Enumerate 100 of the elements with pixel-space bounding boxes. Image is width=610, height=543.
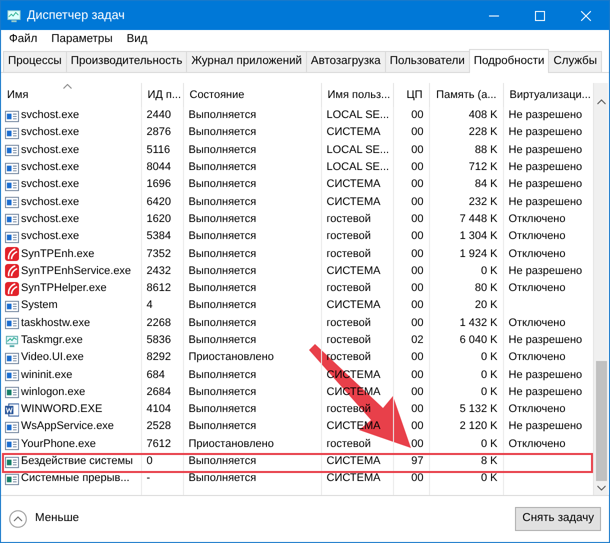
table-cell: LOCAL SE... — [326, 109, 390, 122]
tab[interactable]: Журнал приложений — [186, 51, 307, 72]
table-cell: 00 — [411, 264, 424, 277]
table-cell: Выполняется — [188, 368, 256, 381]
table-cell: 0 K — [480, 368, 498, 381]
table-cell: LOCAL SE... — [326, 144, 390, 156]
table-cell: Не разрешено — [508, 144, 582, 156]
table-cell: 00 — [411, 144, 424, 156]
table-cell: 2440 — [146, 109, 171, 122]
menu-item[interactable]: Файл — [7, 30, 40, 48]
table-cell: Не разрешено — [508, 196, 582, 208]
table-cell: Выполняется — [188, 109, 256, 122]
table-cell: 00 — [411, 438, 424, 450]
table-cell: Выполняется — [188, 248, 256, 260]
tab[interactable]: Службы — [548, 51, 602, 72]
table-cell: гостевой — [326, 230, 371, 242]
menu-item[interactable]: Вид — [124, 30, 150, 48]
table-cell: 5116 — [146, 144, 170, 156]
table-cell: 7 448 K — [460, 212, 498, 225]
table-cell: 00 — [411, 351, 424, 364]
table-cell-text: Системные прерыв... — [21, 471, 130, 486]
table-cell: гостевой — [326, 248, 371, 260]
table-cell: Не разрешено — [508, 178, 582, 190]
touchpad-icon — [5, 264, 19, 278]
table-cell: Не разрешено — [508, 109, 582, 122]
table-cell: 20 K — [474, 299, 498, 312]
table-cell: Отключено — [508, 316, 566, 329]
table-cell-text: SynTPEnh.exe — [21, 246, 94, 262]
table-cell: 00 — [411, 386, 424, 398]
table-cell: 0 K — [480, 386, 498, 398]
column-header[interactable]: Состояние — [183, 83, 321, 107]
table-cell: СИСТЕМА — [326, 196, 380, 208]
table-cell: Отключено — [508, 230, 566, 242]
table-cell: 0 K — [480, 472, 498, 484]
table-cell: Выполняется — [188, 196, 256, 208]
window-icon — [5, 160, 19, 175]
table-cell: Не разрешено — [508, 264, 582, 277]
table-cell-text: winlogon.exe — [21, 384, 86, 400]
table-cell: Выполняется — [188, 420, 256, 432]
app-icon — [7, 8, 21, 22]
window-icon — [5, 316, 19, 330]
tab[interactable]: Подробности — [468, 49, 550, 73]
table-cell: 00 — [411, 316, 424, 329]
table-cell: 1 924 K — [460, 248, 498, 260]
table-cell: 2528 — [146, 420, 171, 432]
table-cell: СИСТЕМА — [326, 178, 380, 190]
scroll-thumb[interactable] — [596, 361, 606, 481]
table-cell: Отключено — [508, 248, 566, 260]
table-cell: 8292 — [146, 351, 171, 364]
table-cell: 00 — [411, 161, 424, 174]
table-cell: Отключено — [508, 212, 566, 225]
table-cell-text: svchost.exe — [21, 229, 80, 244]
table-cell: Отключено — [508, 282, 566, 294]
column-header[interactable]: ЦП — [393, 83, 429, 107]
collapse-button[interactable]: Меньше — [9, 510, 80, 528]
window-icon — [5, 126, 19, 140]
tab[interactable]: Автозагрузка — [306, 51, 386, 72]
column-header[interactable]: ИД п... — [141, 83, 183, 107]
table-cell: 97 — [411, 455, 424, 468]
table-cell: 408 K — [468, 109, 498, 122]
table-cell: 00 — [411, 282, 424, 294]
maximize-icon — [535, 10, 545, 20]
column-header[interactable]: Имя — [1, 83, 141, 107]
table-cell: Выполняется — [188, 161, 256, 174]
table-cell-text: WsAppService.exe — [21, 419, 114, 434]
table-cell-text: svchost.exe — [21, 142, 80, 158]
table-cell: 0 K — [480, 438, 498, 450]
scroll-up-icon[interactable] — [596, 99, 606, 105]
table-cell: СИСТЕМА — [326, 126, 380, 138]
table-cell: 1620 — [146, 212, 171, 225]
scroll-down-icon[interactable] — [596, 485, 606, 491]
table-cell: 2876 — [146, 126, 171, 138]
tab[interactable]: Пользователи — [384, 51, 470, 72]
monitor-icon — [5, 334, 19, 348]
table-cell: Выполняется — [188, 282, 256, 294]
window-icon — [5, 298, 19, 313]
column-header[interactable]: Имя польз... — [321, 83, 393, 107]
table-cell: гостевой — [326, 316, 371, 329]
column-header[interactable]: Память (а... — [429, 83, 503, 107]
menu-item[interactable]: Параметры — [49, 30, 115, 48]
table-cell: 00 — [411, 230, 424, 242]
table-cell: 228 K — [468, 126, 498, 138]
end-task-button[interactable]: Снять задачу — [515, 507, 601, 531]
table-cell: Не разрешено — [508, 386, 582, 398]
table-cell: 0 — [146, 455, 153, 468]
table-cell: Не разрешено — [508, 161, 582, 174]
table-cell: СИСТЕМА — [326, 299, 380, 312]
table-cell: 7612 — [146, 438, 171, 450]
table-cell: Не разрешено — [508, 334, 582, 346]
tab[interactable]: Производительность — [66, 51, 188, 72]
table-cell: 1696 — [146, 178, 171, 190]
table-cell: 80 K — [474, 282, 498, 294]
table-cell: Выполняется — [188, 299, 256, 312]
table-cell-text: WINWORD.EXE — [21, 402, 102, 418]
window-icon — [5, 437, 19, 452]
tab[interactable]: Процессы — [3, 51, 67, 72]
table-cell-text: svchost.exe — [21, 125, 80, 140]
table-cell-text: svchost.exe — [21, 177, 80, 192]
table-cell: Выполняется — [188, 455, 256, 468]
table-cell: 00 — [411, 472, 424, 484]
